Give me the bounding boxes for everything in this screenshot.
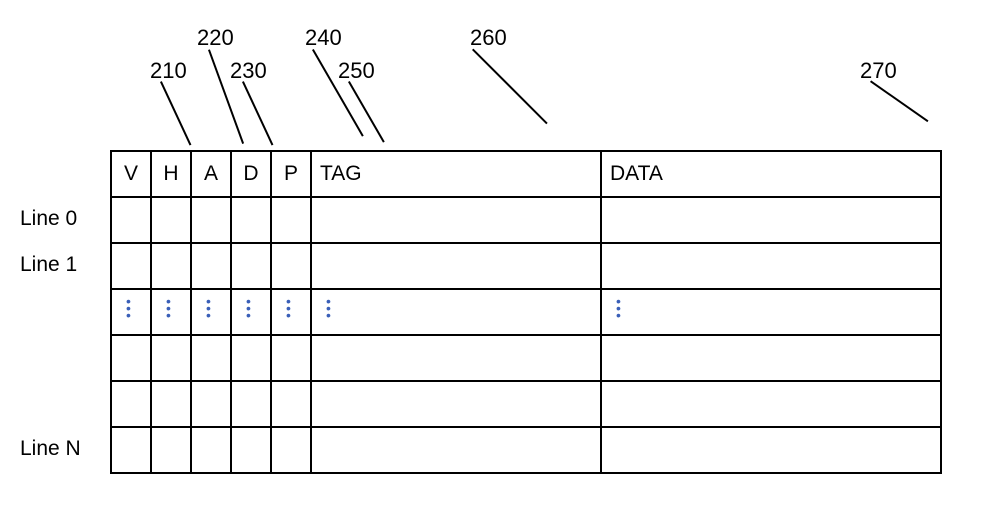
callout-line-210 [160, 81, 191, 145]
cell [111, 427, 151, 473]
cell-dots: ••• [231, 289, 271, 335]
cell [191, 197, 231, 243]
header-data: DATA [601, 151, 941, 197]
callout-240: 240 [305, 25, 342, 51]
cell-dots: ••• [311, 289, 601, 335]
cell [191, 427, 231, 473]
callout-230: 230 [230, 58, 267, 84]
cache-diagram: 210 220 230 240 250 260 270 Line 0 Line … [20, 20, 980, 474]
cell [311, 427, 601, 473]
header-p: P [271, 151, 311, 197]
cell [111, 335, 151, 381]
row-label-line0: Line 0 [20, 196, 110, 242]
cell [271, 197, 311, 243]
cell [191, 335, 231, 381]
callout-260: 260 [470, 25, 507, 51]
cell [311, 243, 601, 289]
cell [231, 197, 271, 243]
table-wrapper: Line 0 Line 1 Line N V H A D P TAG DATA [20, 150, 980, 474]
callout-270: 270 [860, 58, 897, 84]
cell [111, 243, 151, 289]
cell [271, 381, 311, 427]
table-row [111, 427, 941, 473]
cell [601, 381, 941, 427]
cell [151, 335, 191, 381]
cell [231, 243, 271, 289]
cell [601, 243, 941, 289]
header-d: D [231, 151, 271, 197]
cell [151, 381, 191, 427]
cell [231, 427, 271, 473]
cell-dots: ••• [191, 289, 231, 335]
cell [601, 197, 941, 243]
callout-220: 220 [197, 25, 234, 51]
cell [191, 243, 231, 289]
vertical-dots-icon: ••• [206, 298, 211, 319]
table-row [111, 197, 941, 243]
row-label-lineN: Line N [20, 426, 110, 472]
callout-250: 250 [338, 58, 375, 84]
vertical-dots-icon: ••• [246, 298, 251, 319]
vertical-dots-icon: ••• [166, 298, 171, 319]
cell [601, 427, 941, 473]
cell-dots: ••• [151, 289, 191, 335]
callout-layer: 210 220 230 240 250 260 270 [20, 20, 980, 150]
cell [271, 427, 311, 473]
header-h: H [151, 151, 191, 197]
cell-dots: ••• [271, 289, 311, 335]
callout-line-250 [348, 81, 385, 143]
table-row [111, 335, 941, 381]
table-row-ellipsis: ••• ••• ••• ••• ••• ••• ••• [111, 289, 941, 335]
row-label-line1: Line 1 [20, 242, 110, 288]
callout-210: 210 [150, 58, 187, 84]
callout-line-230 [242, 81, 273, 145]
callout-line-270 [870, 80, 928, 122]
row-label-blank1 [20, 288, 110, 334]
cell [111, 197, 151, 243]
row-labels: Line 0 Line 1 Line N [20, 150, 110, 472]
cell [191, 381, 231, 427]
table-row [111, 381, 941, 427]
vertical-dots-icon: ••• [616, 298, 621, 319]
header-row: V H A D P TAG DATA [111, 151, 941, 197]
cache-table: V H A D P TAG DATA [110, 150, 942, 474]
cell [151, 427, 191, 473]
cell [311, 335, 601, 381]
cell-dots: ••• [601, 289, 941, 335]
vertical-dots-icon: ••• [286, 298, 291, 319]
cell [271, 335, 311, 381]
table-row [111, 243, 941, 289]
cell [151, 243, 191, 289]
row-label-blank3 [20, 380, 110, 426]
callout-line-260 [472, 49, 548, 125]
cell [151, 197, 191, 243]
cell [231, 335, 271, 381]
vertical-dots-icon: ••• [326, 298, 331, 319]
cell-dots: ••• [111, 289, 151, 335]
vertical-dots-icon: ••• [126, 298, 131, 319]
cell [231, 381, 271, 427]
cell [311, 197, 601, 243]
header-v: V [111, 151, 151, 197]
header-a: A [191, 151, 231, 197]
cell [111, 381, 151, 427]
header-tag: TAG [311, 151, 601, 197]
cell [601, 335, 941, 381]
cell [311, 381, 601, 427]
cell [271, 243, 311, 289]
row-label-blank2 [20, 334, 110, 380]
